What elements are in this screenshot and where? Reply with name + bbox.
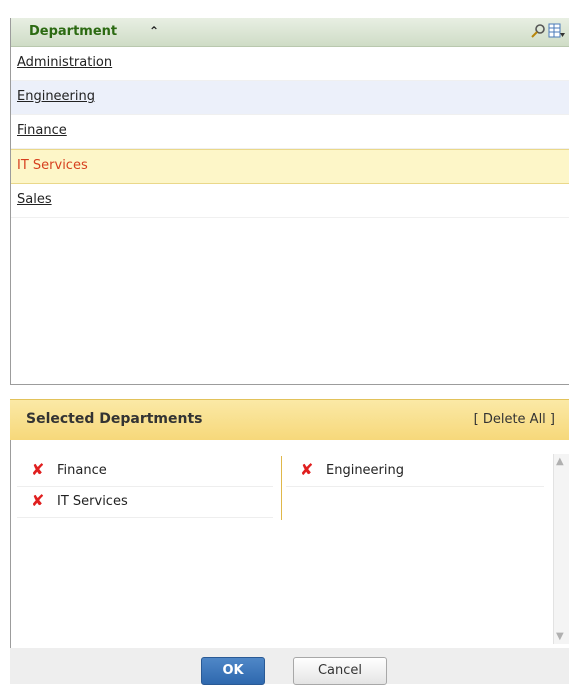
list-item-label[interactable]: Finance: [17, 123, 67, 138]
list-item[interactable]: Administration: [11, 47, 569, 81]
sort-up-icon[interactable]: ⌃: [149, 24, 159, 38]
selected-item: ✘ Finance: [17, 456, 273, 487]
list-item[interactable]: Finance: [11, 115, 569, 149]
department-picker-dialog: Department ⌃ Administration Engineering: [0, 0, 569, 685]
selected-item-label: Engineering: [326, 463, 404, 478]
list-item-label[interactable]: IT Services: [17, 158, 88, 173]
list-header: Department ⌃: [11, 18, 569, 47]
selected-item-label: IT Services: [57, 494, 128, 509]
selected-item: ✘ Engineering: [286, 456, 544, 487]
selected-scrollbar[interactable]: ▲ ▼: [553, 454, 569, 644]
dialog-footer: OK Cancel: [10, 648, 569, 685]
scroll-down-icon[interactable]: ▼: [556, 631, 564, 642]
department-list: Administration Engineering Finance IT Se…: [11, 47, 569, 218]
cancel-button[interactable]: Cancel: [293, 657, 387, 685]
selected-departments-title: Selected Departments: [26, 411, 203, 427]
selected-departments-body: ✘ Finance ✘ IT Services ✘ Engineering ▲ …: [10, 440, 569, 648]
ok-button[interactable]: OK: [201, 657, 265, 685]
selected-item: ✘ IT Services: [17, 487, 273, 518]
remove-icon[interactable]: ✘: [31, 493, 44, 509]
list-item[interactable]: Engineering: [11, 81, 569, 115]
remove-icon[interactable]: ✘: [300, 462, 313, 478]
search-icon[interactable]: [530, 23, 546, 39]
list-item-label[interactable]: Administration: [17, 55, 112, 70]
column-chooser-icon[interactable]: [548, 22, 566, 40]
list-item-selected[interactable]: IT Services: [11, 149, 569, 184]
selected-departments-header: Selected Departments [ Delete All ]: [10, 399, 569, 441]
scroll-up-icon[interactable]: ▲: [556, 456, 564, 467]
list-item-label[interactable]: Engineering: [17, 89, 95, 104]
list-item[interactable]: Sales: [11, 184, 569, 218]
department-column-header[interactable]: Department: [29, 24, 117, 39]
selected-column-right: ✘ Engineering: [281, 456, 544, 520]
delete-all-link[interactable]: [ Delete All ]: [474, 412, 555, 427]
list-item-label[interactable]: Sales: [17, 192, 52, 207]
remove-icon[interactable]: ✘: [31, 462, 44, 478]
department-list-panel: Department ⌃ Administration Engineering: [10, 18, 569, 385]
selected-item-label: Finance: [57, 463, 107, 478]
selected-column-left: ✘ Finance ✘ IT Services: [17, 456, 273, 518]
